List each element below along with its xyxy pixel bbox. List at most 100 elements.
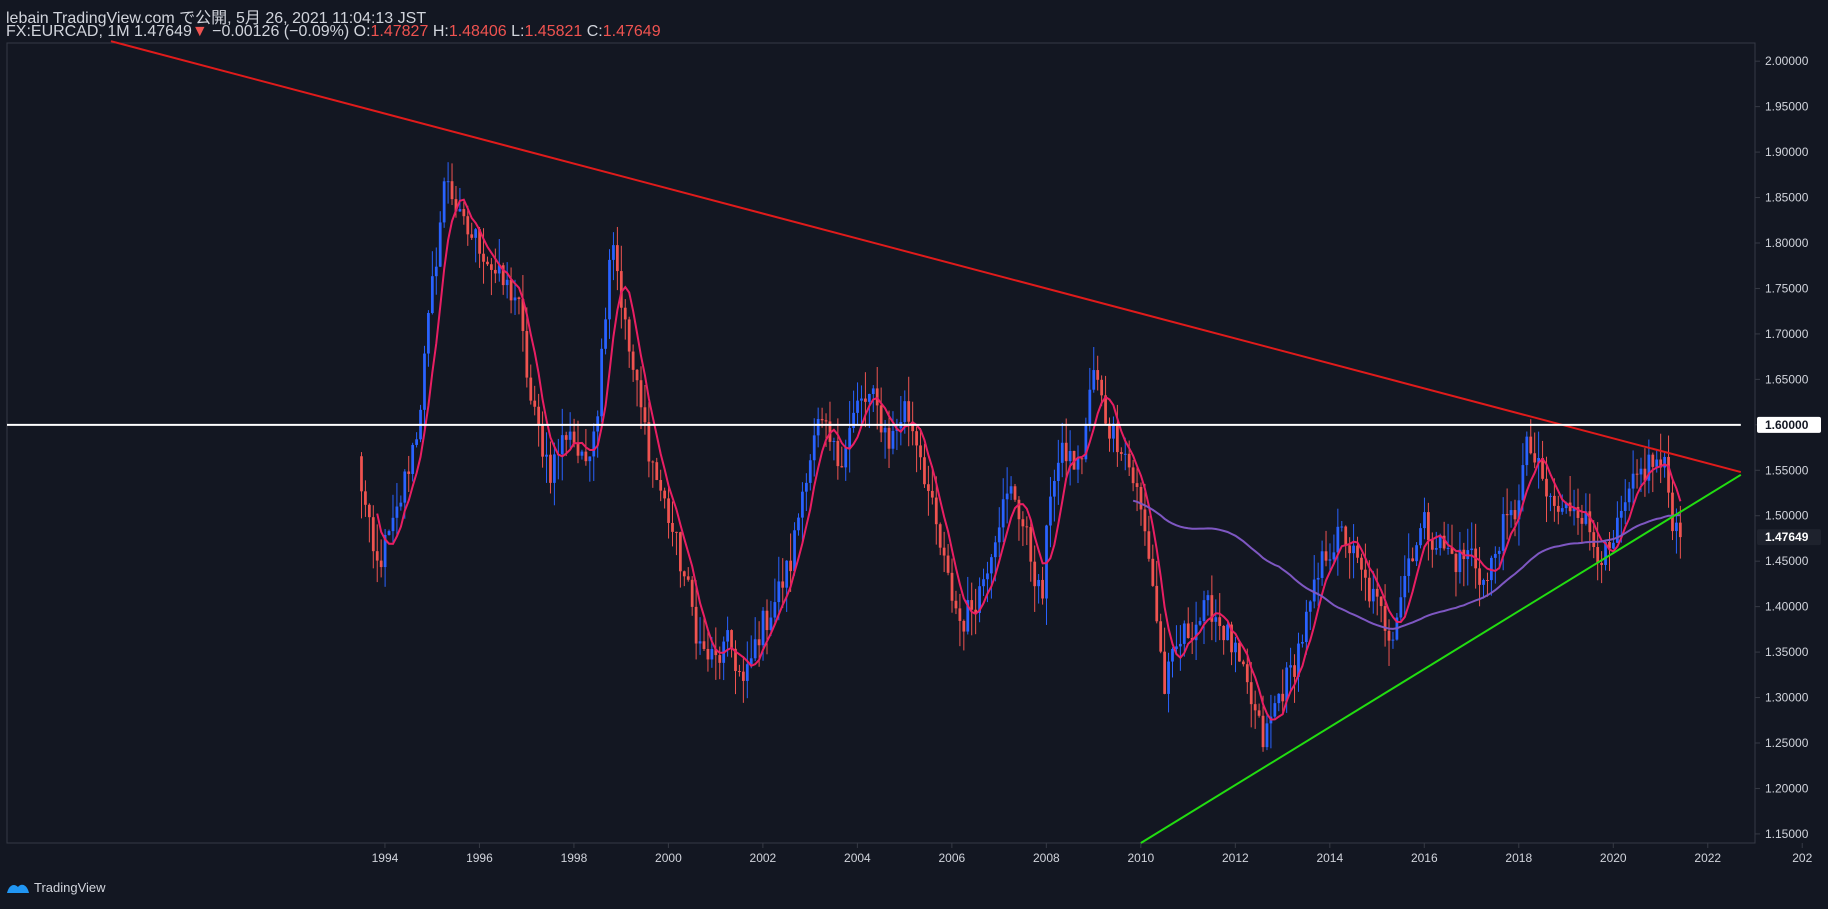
candle-body xyxy=(1423,512,1426,529)
candle-body xyxy=(364,491,367,505)
candle-body xyxy=(1364,569,1367,578)
candle-body xyxy=(1340,526,1344,528)
candle-body xyxy=(1123,453,1127,455)
candle-body xyxy=(1367,577,1371,602)
candle-body xyxy=(360,456,363,492)
candle-body xyxy=(1513,510,1517,520)
candle-body xyxy=(789,560,792,572)
time-tick-label: 2000 xyxy=(655,851,682,865)
candle-body xyxy=(553,454,556,483)
candle-body xyxy=(1371,588,1375,602)
candle-body xyxy=(718,655,722,663)
footer-brand-label: TradingView xyxy=(34,880,106,895)
candle-body xyxy=(1552,495,1556,506)
candle-body xyxy=(875,388,879,406)
candle-body xyxy=(1678,522,1682,538)
candle-body xyxy=(694,606,698,644)
candle-body xyxy=(1253,704,1257,711)
time-tick-label: 2014 xyxy=(1316,851,1343,865)
candle-body xyxy=(1352,545,1355,554)
candle-body xyxy=(1076,458,1080,470)
price-tick-label: 1.35000 xyxy=(1765,645,1809,659)
candle-body xyxy=(1344,526,1348,546)
candle-body xyxy=(655,462,659,480)
candle-body xyxy=(844,448,848,468)
candle-body xyxy=(1053,480,1056,497)
candle-body xyxy=(1265,723,1269,748)
candle-body xyxy=(391,517,395,532)
time-tick-label: 2006 xyxy=(939,851,966,865)
price-tick-label: 1.15000 xyxy=(1765,827,1809,841)
price-axis[interactable]: 2.00000 1.95000 1.90000 1.85000 1.80000 1.750… xyxy=(1755,54,1809,841)
candle-body xyxy=(635,369,639,381)
candle-body xyxy=(946,555,950,573)
candle-body xyxy=(1478,568,1481,585)
price-tags: 1.60000 1.47649 xyxy=(1757,416,1821,546)
candle-body xyxy=(1017,499,1021,520)
candle-body xyxy=(399,502,403,507)
candle-body xyxy=(1549,495,1552,497)
candle-body xyxy=(997,527,1001,543)
candle-body xyxy=(513,297,517,301)
candle-body xyxy=(741,671,745,681)
price-tick-label: 1.40000 xyxy=(1765,600,1809,614)
candle-body xyxy=(450,181,454,200)
candle-body xyxy=(1493,553,1497,558)
candle-body xyxy=(1470,548,1474,551)
candle-body xyxy=(1627,488,1631,503)
candle-body xyxy=(537,406,541,425)
candle-body xyxy=(1245,664,1249,683)
candle-body xyxy=(1675,522,1678,532)
candle-body xyxy=(702,641,706,649)
candle-body xyxy=(1545,478,1548,497)
candle-body xyxy=(438,222,442,267)
candle-body xyxy=(1320,551,1324,578)
candle-body xyxy=(954,600,958,609)
candle-body xyxy=(1304,611,1308,643)
candle-body xyxy=(1186,623,1190,638)
footer-brand[interactable]: TradingView xyxy=(6,880,106,895)
candle-body xyxy=(1631,473,1635,489)
candle-body xyxy=(505,279,509,286)
candle-body xyxy=(934,497,938,525)
candle-body xyxy=(1430,540,1434,550)
candle-body xyxy=(1163,651,1166,694)
candle-body xyxy=(600,348,604,417)
candle-body xyxy=(1356,545,1359,558)
candle-body xyxy=(647,422,651,462)
price-tick-label: 1.95000 xyxy=(1765,100,1809,114)
candle-body xyxy=(1635,473,1639,475)
candle-body xyxy=(777,581,781,603)
candle-body xyxy=(1155,585,1159,622)
price-tick-label: 2.00000 xyxy=(1765,54,1809,68)
candle-body xyxy=(430,276,434,314)
candle-body xyxy=(1301,642,1304,644)
candle-body xyxy=(1509,510,1513,516)
candle-body xyxy=(564,435,568,440)
candle-body xyxy=(1064,442,1068,462)
candle-body xyxy=(1131,467,1135,484)
candle-body xyxy=(678,532,682,572)
candle-body xyxy=(1226,624,1229,641)
candle-body xyxy=(1029,527,1033,562)
tradingview-logo-icon xyxy=(7,884,29,893)
candle-body xyxy=(765,610,769,631)
candle-body xyxy=(1612,542,1615,549)
time-axis[interactable]: 1994 1996 1998 2000 2002 2004 2006 2008 2010 2012… xyxy=(372,843,1813,865)
price-tick-label: 1.30000 xyxy=(1765,691,1809,705)
candle-body xyxy=(710,649,714,660)
candle-body xyxy=(486,261,489,265)
candle-body xyxy=(1446,547,1450,549)
candle-body xyxy=(1293,665,1296,677)
candle-body xyxy=(549,454,552,483)
candle-body xyxy=(1277,693,1281,704)
price-tick-label: 1.75000 xyxy=(1765,281,1809,295)
time-tick-label: 2020 xyxy=(1600,851,1627,865)
candle-body xyxy=(1056,462,1060,481)
candle-body xyxy=(706,648,710,660)
candle-body xyxy=(1115,423,1119,453)
candle-body xyxy=(1427,512,1430,541)
candle-body xyxy=(1411,558,1415,562)
candle-body xyxy=(1434,548,1438,550)
price-chart[interactable]: 2.00000 1.95000 1.90000 1.85000 1.80000 1.750… xyxy=(0,0,1828,909)
